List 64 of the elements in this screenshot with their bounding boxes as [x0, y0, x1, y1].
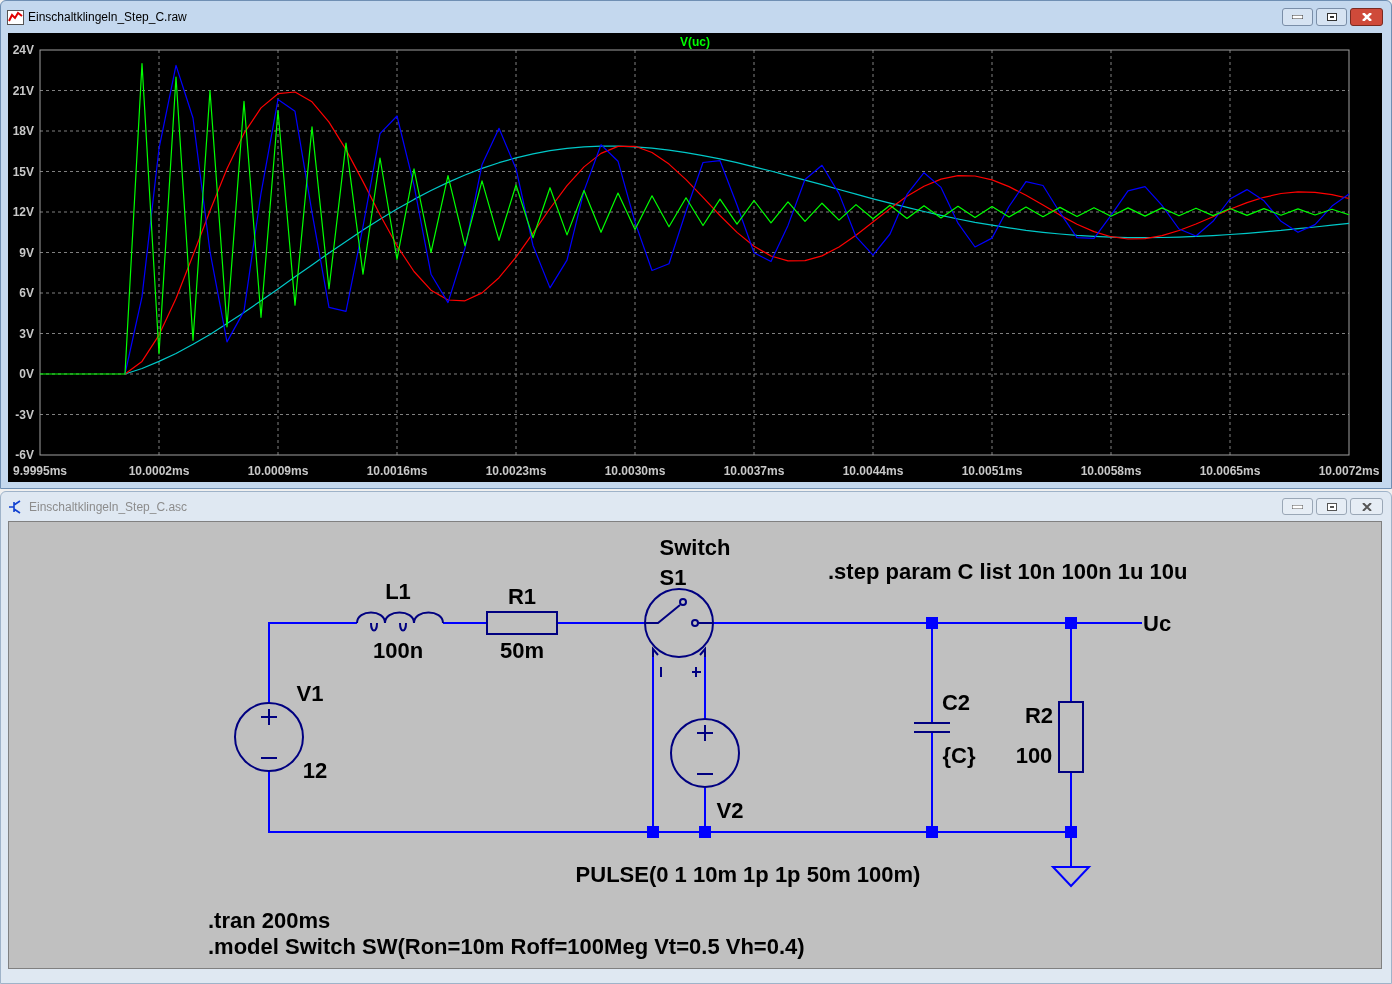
window-title: Einschaltklingeln_Step_C.asc	[29, 498, 188, 516]
x-tick-label: 10.0044ms	[842, 464, 904, 478]
x-tick-label: 10.0009ms	[247, 464, 309, 478]
wire	[704, 656, 706, 720]
x-tick-label: 10.0002ms	[128, 464, 190, 478]
part-value-label: 50m	[500, 637, 544, 663]
y-tick-label: 15V	[12, 164, 34, 179]
restore-button[interactable]	[1316, 8, 1347, 26]
close-icon	[1361, 502, 1372, 511]
y-tick-label: 24V	[12, 43, 34, 57]
spice-directive: .tran 200ms	[208, 907, 331, 933]
y-tick-label: -6V	[15, 448, 34, 462]
close-button[interactable]	[1350, 8, 1383, 26]
y-tick-label: 21V	[12, 83, 34, 98]
part-value-label: 100	[1015, 742, 1053, 768]
voltage-source-symbol	[234, 702, 304, 772]
restore-icon	[1326, 13, 1337, 21]
capacitor-symbol	[913, 722, 951, 733]
part-value-label: 100n	[372, 637, 424, 663]
transistor-icon	[7, 498, 23, 515]
minimize-icon	[1292, 504, 1303, 509]
part-value-label: PULSE(0 1 10m 1p 1p 50m 100m)	[575, 861, 921, 887]
close-button[interactable]	[1350, 498, 1383, 515]
net-label: Uc	[1143, 610, 1172, 636]
y-tick-label: -3V	[15, 407, 34, 422]
close-icon	[1361, 13, 1372, 21]
y-tick-label: 6V	[19, 286, 34, 300]
y-tick-label: 12V	[12, 205, 34, 219]
wire	[442, 622, 488, 624]
chart-title: V(uc)	[680, 35, 710, 49]
spice-directive: .model Switch SW(Ron=10m Roff=100Meg Vt=0.5 Vh=0.4)	[208, 933, 805, 959]
spice-directive: .step param C list 10n 100n 1u 10u	[828, 558, 1188, 584]
y-tick-label: 0V	[19, 367, 34, 381]
x-tick-label: 10.0051ms	[961, 464, 1023, 478]
voltage-source-symbol	[670, 718, 740, 788]
x-tick-label: 10.0030ms	[604, 464, 666, 478]
window-title: Einschaltklingeln_Step_C.raw	[28, 9, 187, 26]
x-tick-label: 10.0065ms	[1199, 464, 1261, 478]
part-name-label: S1	[659, 564, 687, 590]
x-tick-label: 10.0058ms	[1080, 464, 1142, 478]
part-value-label: 12	[302, 757, 328, 783]
x-tick-label: 10.0037ms	[723, 464, 785, 478]
x-tick-label: 10.0016ms	[366, 464, 428, 478]
y-tick-label: 3V	[19, 326, 34, 341]
chart-icon	[7, 9, 24, 25]
y-tick-label: 18V	[12, 124, 34, 138]
restore-button[interactable]	[1316, 498, 1347, 515]
resistor-symbol	[486, 611, 558, 635]
part-name-label: R2	[1024, 702, 1054, 728]
restore-icon	[1326, 502, 1337, 511]
x-tick-label: 10.0072ms	[1318, 464, 1380, 478]
minimize-icon	[1292, 15, 1303, 19]
part-name-label: R1	[507, 583, 537, 609]
part-name-label: V1	[296, 680, 324, 706]
part-model-label: Switch	[659, 534, 731, 560]
part-name-label: V2	[716, 797, 744, 823]
y-tick-label: 9V	[19, 245, 34, 260]
ground-symbol	[1050, 866, 1092, 888]
part-name-label: C2	[941, 689, 971, 715]
part-name-label: L1	[385, 578, 411, 604]
x-tick-label: 9.9995ms	[13, 464, 67, 478]
x-tick-label: 10.0023ms	[485, 464, 547, 478]
resistor-symbol	[1058, 701, 1084, 773]
part-value-label: {C}	[942, 742, 976, 768]
